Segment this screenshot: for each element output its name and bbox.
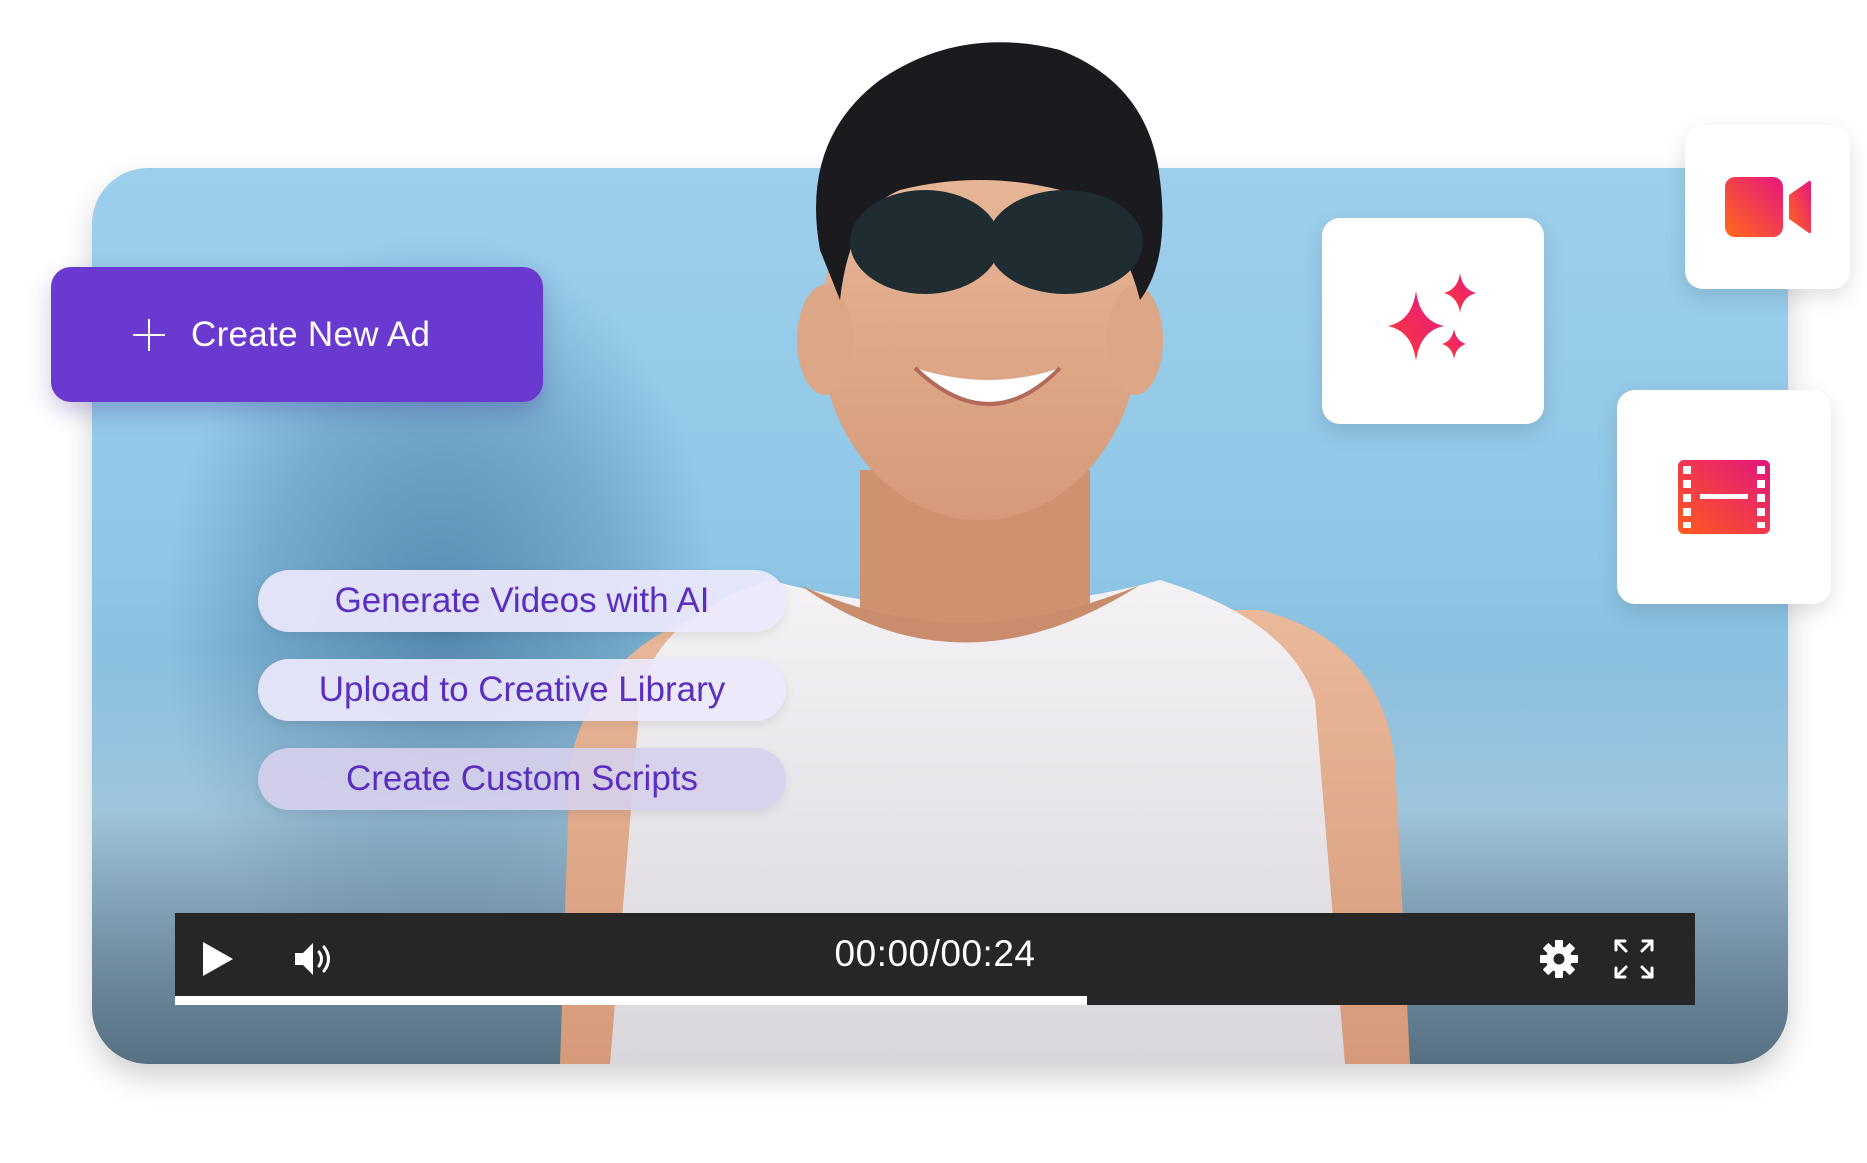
ai-sparkle-card[interactable]: [1322, 218, 1544, 424]
plus-icon: [133, 318, 165, 351]
create-new-ad-button[interactable]: Create New Ad: [51, 267, 543, 402]
progress-bar[interactable]: [175, 996, 1695, 1005]
create-new-ad-label: Create New Ad: [191, 314, 431, 354]
custom-scripts-pill[interactable]: Create Custom Scripts: [258, 748, 786, 810]
settings-gear-icon[interactable]: [1539, 939, 1579, 979]
upload-library-pill[interactable]: Upload to Creative Library: [258, 659, 786, 721]
progress-fill: [175, 996, 1087, 1005]
video-camera-card[interactable]: [1685, 125, 1850, 289]
time-display: 00:00/00:24: [834, 933, 1036, 974]
video-player-controls: 00:00/00:24: [175, 913, 1695, 1005]
film-strip-card[interactable]: [1617, 390, 1831, 604]
generate-videos-pill[interactable]: Generate Videos with AI: [258, 570, 786, 632]
fullscreen-icon[interactable]: [1613, 938, 1655, 980]
video-camera-icon: [1724, 177, 1811, 237]
sparkle-icon: [1388, 273, 1476, 361]
film-strip-icon: [1678, 460, 1770, 534]
